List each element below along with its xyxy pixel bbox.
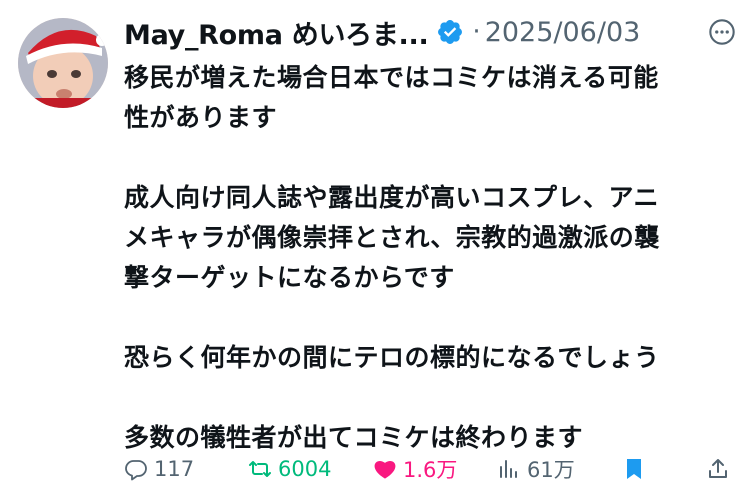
tweet-line: 恐らく何年かの間にテロの標的になるでしょう [124, 343, 660, 372]
retweet-icon [249, 461, 271, 477]
views-button[interactable]: 61万 [497, 452, 575, 486]
tweet-actions: 117 6004 1.6万 61万 [124, 452, 734, 486]
reply-count: 117 [154, 457, 195, 481]
like-count: 1.6万 [403, 458, 458, 482]
tweet-text: 移民が増えた場合日本ではコミケは消える可能 性があります 成人向け同人誌や露出度… [124, 58, 724, 458]
reply-icon [125, 460, 147, 481]
tweet-date[interactable]: 2025/06/03 [485, 17, 641, 48]
tweet-line: 撃ターゲットになるからです [124, 263, 455, 292]
share-icon [709, 459, 727, 478]
baby-avatar-image [18, 18, 108, 108]
retweet-count: 6004 [278, 457, 332, 481]
reply-button[interactable]: 117 [124, 452, 194, 486]
bookmark-icon [627, 459, 641, 479]
tweet-header: May_Roma めいろま... · 2025/06/03 [124, 12, 734, 52]
share-button[interactable] [706, 452, 736, 486]
like-button[interactable]: 1.6万 [373, 452, 457, 486]
header-separator: · [472, 17, 481, 47]
verified-badge-icon [438, 20, 463, 44]
display-name[interactable]: May_Roma めいろま... [124, 13, 429, 52]
tweet-line: 移民が増えた場合日本ではコミケは消える可能 [124, 63, 659, 92]
avatar[interactable] [18, 18, 108, 108]
view-count: 61万 [527, 458, 575, 482]
tweet-line: メキャラが偶像崇拝とされ、宗教的過激派の襲 [124, 223, 660, 252]
heart-icon [374, 461, 396, 479]
more-options-icon[interactable] [708, 18, 736, 46]
bookmark-button[interactable] [622, 452, 652, 486]
tweet-line: 成人向け同人誌や露出度が高いコスプレ、アニ [124, 183, 660, 212]
tweet-line: 性があります [124, 103, 278, 132]
views-icon [500, 460, 517, 478]
retweet-button[interactable]: 6004 [248, 452, 331, 486]
